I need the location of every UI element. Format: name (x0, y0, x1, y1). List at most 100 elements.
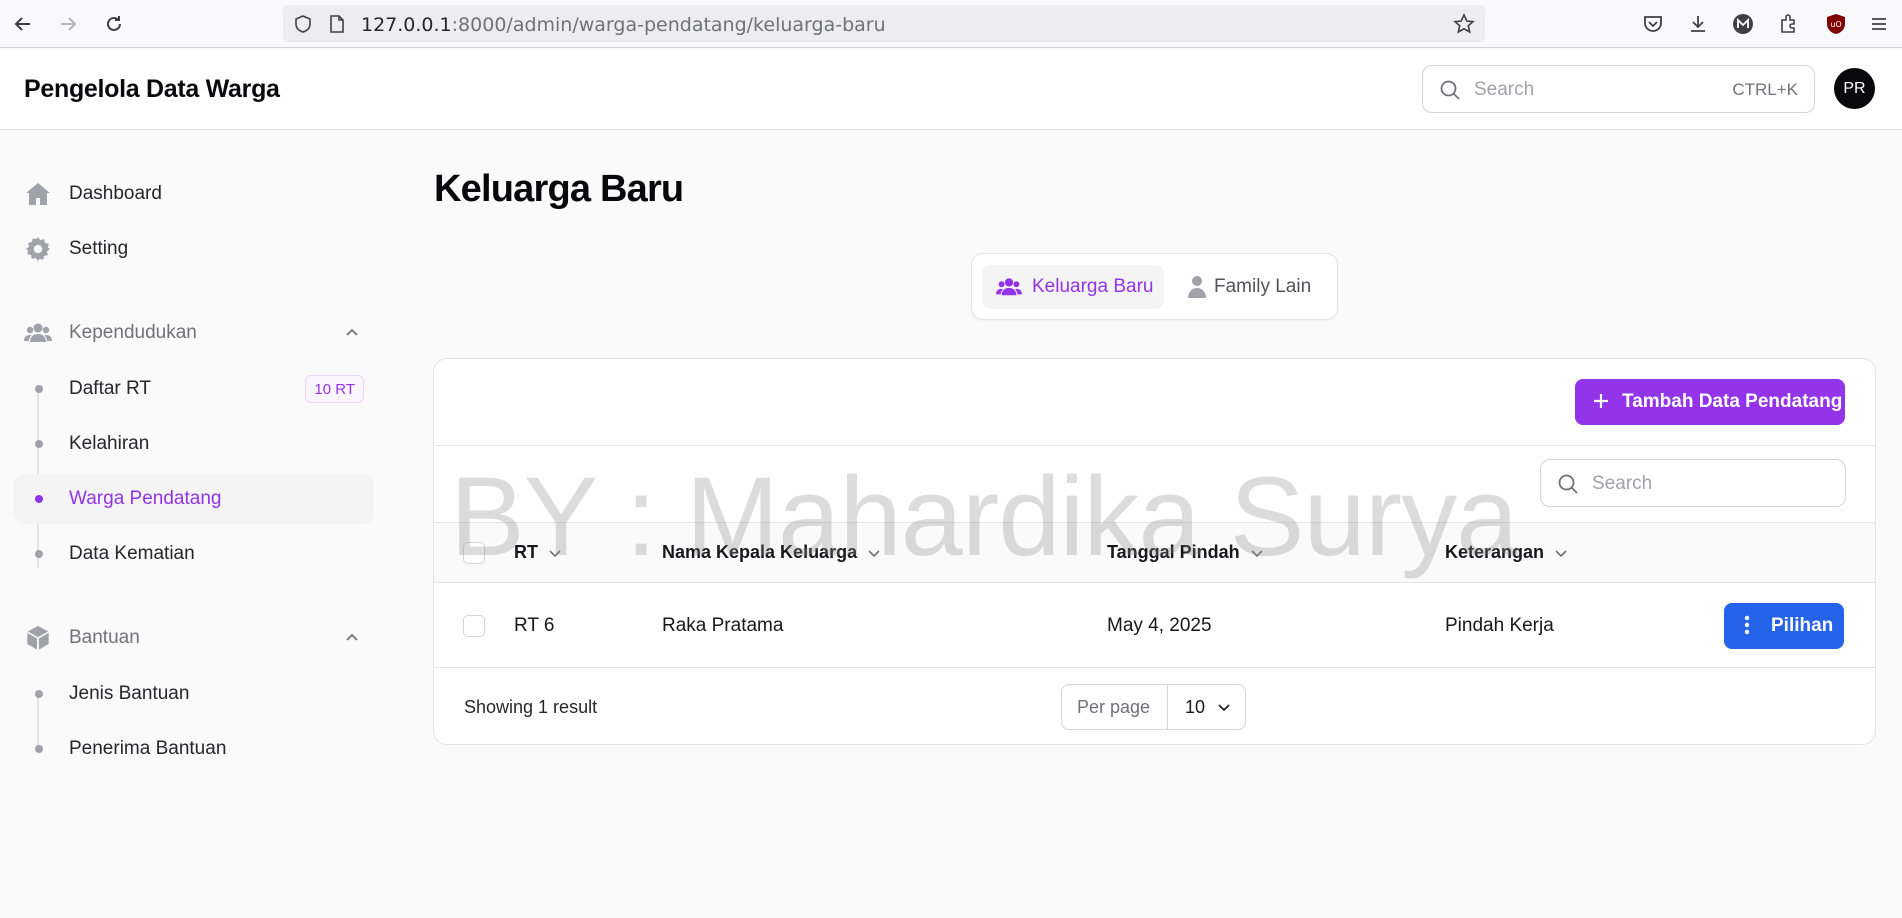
forward-icon[interactable] (55, 11, 81, 37)
cell-tanggal: May 4, 2025 (1107, 615, 1212, 636)
more-vertical-icon (1744, 615, 1750, 641)
cell-nama: Raka Pratama (662, 615, 784, 636)
bullet-dot (35, 550, 43, 558)
page-info-icon[interactable] (328, 14, 346, 39)
sidebar-group-bantuan[interactable]: Bantuan (14, 613, 374, 663)
plus-icon (1591, 391, 1611, 417)
search-icon (1439, 79, 1461, 106)
sidebar-group-label: Kependudukan (69, 322, 197, 343)
sidebar-item-label: Dashboard (69, 183, 162, 204)
sidebar-item-kelahiran[interactable]: Kelahiran (14, 419, 374, 469)
divider (434, 445, 1875, 446)
ublock-icon[interactable]: uO (1823, 11, 1849, 37)
tab-bar: Keluarga Baru Family Lain (971, 253, 1338, 320)
sidebar-item-penerima-bantuan[interactable]: Penerima Bantuan (14, 724, 374, 774)
sidebar-item-data-kematian[interactable]: Data Kematian (14, 529, 374, 579)
page-title: Keluarga Baru (434, 168, 684, 210)
chevron-up-icon[interactable] (344, 629, 360, 650)
menu-icon[interactable] (1866, 11, 1892, 37)
table-search-input[interactable]: Search (1540, 459, 1846, 507)
cell-rt: RT 6 (514, 615, 555, 636)
sidebar-item-label: Kelahiran (69, 433, 150, 454)
sidebar-group-kependudukan[interactable]: Kependudukan (14, 308, 374, 358)
divider (1167, 685, 1168, 729)
per-page-value: 10 (1185, 697, 1206, 717)
download-icon[interactable] (1685, 11, 1711, 37)
column-label: Nama Kepala Keluarga (662, 542, 858, 562)
user-icon (1186, 275, 1208, 305)
url-bar[interactable]: 127.0.0.1:8000/admin/warga-pendatang/kel… (283, 5, 1485, 42)
tab-label: Keluarga Baru (1032, 276, 1154, 297)
column-header-nama[interactable]: Nama Kepala Keluarga (662, 542, 881, 563)
chevron-down-icon (1555, 549, 1567, 557)
tab-family-lain[interactable]: Family Lain (1172, 265, 1330, 309)
extension-m-icon[interactable] (1730, 11, 1756, 37)
browser-toolbar: 127.0.0.1:8000/admin/warga-pendatang/kel… (0, 0, 1902, 48)
tab-keluarga-baru[interactable]: Keluarga Baru (982, 265, 1164, 309)
sidebar-item-warga-pendatang[interactable]: Warga Pendatang (14, 474, 374, 524)
column-header-keterangan[interactable]: Keterangan (1445, 542, 1568, 563)
gear-icon (24, 236, 52, 262)
brand-title[interactable]: Pengelola Data Warga (24, 75, 280, 104)
sidebar-item-dashboard[interactable]: Dashboard (14, 169, 374, 219)
bullet-dot (35, 495, 43, 503)
sidebar-item-label: Setting (69, 238, 129, 259)
select-all-checkbox[interactable] (463, 542, 485, 564)
users-icon (996, 275, 1022, 305)
row-actions-button[interactable]: Pilihan (1724, 603, 1844, 649)
per-page-label: Per page (1077, 697, 1151, 717)
url-text[interactable]: 127.0.0.1:8000/admin/warga-pendatang/kel… (361, 14, 886, 36)
sidebar-item-label: Penerima Bantuan (69, 738, 227, 759)
table-card: Tambah Data Pendatang Search RT Nama Kep… (433, 358, 1876, 745)
bullet-dot (35, 690, 43, 698)
chevron-down-icon (868, 549, 880, 557)
sidebar-item-label: Daftar RT (69, 378, 152, 399)
avatar[interactable]: PR (1834, 68, 1875, 109)
chevron-up-icon[interactable] (344, 324, 360, 345)
tab-label: Family Lain (1214, 276, 1312, 297)
search-icon (1557, 473, 1579, 500)
reload-icon[interactable] (101, 11, 127, 37)
back-icon[interactable] (10, 11, 36, 37)
sidebar-item-label: Jenis Bantuan (69, 683, 190, 704)
table-search-placeholder: Search (1592, 473, 1653, 494)
sidebar-item-label: Warga Pendatang (69, 488, 222, 509)
sidebar-item-jenis-bantuan[interactable]: Jenis Bantuan (14, 669, 374, 719)
bullet-dot (35, 440, 43, 448)
app-header: Pengelola Data Warga Search CTRL+K PR (0, 49, 1902, 130)
column-label: RT (514, 542, 538, 562)
result-count: Showing 1 result (464, 697, 598, 717)
bullet-dot (35, 745, 43, 753)
table-header: RT Nama Kepala Keluarga Tanggal Pindah K… (434, 522, 1875, 583)
puzzle-icon[interactable] (1776, 11, 1802, 37)
row-checkbox[interactable] (463, 615, 485, 637)
cube-icon (24, 625, 52, 651)
column-header-rt[interactable]: RT (514, 542, 562, 563)
search-shortcut: CTRL+K (1732, 80, 1798, 99)
chevron-down-icon (549, 549, 561, 557)
add-data-label: Tambah Data Pendatang (1622, 391, 1843, 412)
sidebar-group-label: Bantuan (69, 627, 140, 648)
per-page-select[interactable]: Per page 10 (1061, 684, 1246, 730)
divider (434, 667, 1875, 668)
bookmark-star-icon[interactable] (1453, 13, 1475, 40)
count-badge: 10 RT (305, 375, 364, 403)
column-header-tanggal[interactable]: Tanggal Pindah (1107, 542, 1264, 563)
sidebar-item-daftar-rt[interactable]: Daftar RT 10 RT (14, 364, 374, 414)
shield-icon[interactable] (293, 14, 313, 39)
sidebar-item-label: Data Kematian (69, 543, 195, 564)
chevron-down-icon (1251, 549, 1263, 557)
column-label: Keterangan (1445, 542, 1545, 562)
users-icon (24, 320, 52, 346)
chevron-down-icon (1217, 700, 1231, 719)
column-label: Tanggal Pindah (1107, 542, 1240, 562)
pocket-icon[interactable] (1640, 11, 1666, 37)
add-data-button[interactable]: Tambah Data Pendatang (1575, 379, 1845, 425)
row-actions-label: Pilihan (1771, 615, 1834, 636)
sidebar-item-setting[interactable]: Setting (14, 224, 374, 274)
bullet-dot (35, 385, 43, 393)
global-search-placeholder: Search (1474, 79, 1535, 100)
global-search[interactable]: Search CTRL+K (1422, 65, 1815, 113)
home-icon (24, 181, 52, 207)
cell-keterangan: Pindah Kerja (1445, 615, 1554, 636)
